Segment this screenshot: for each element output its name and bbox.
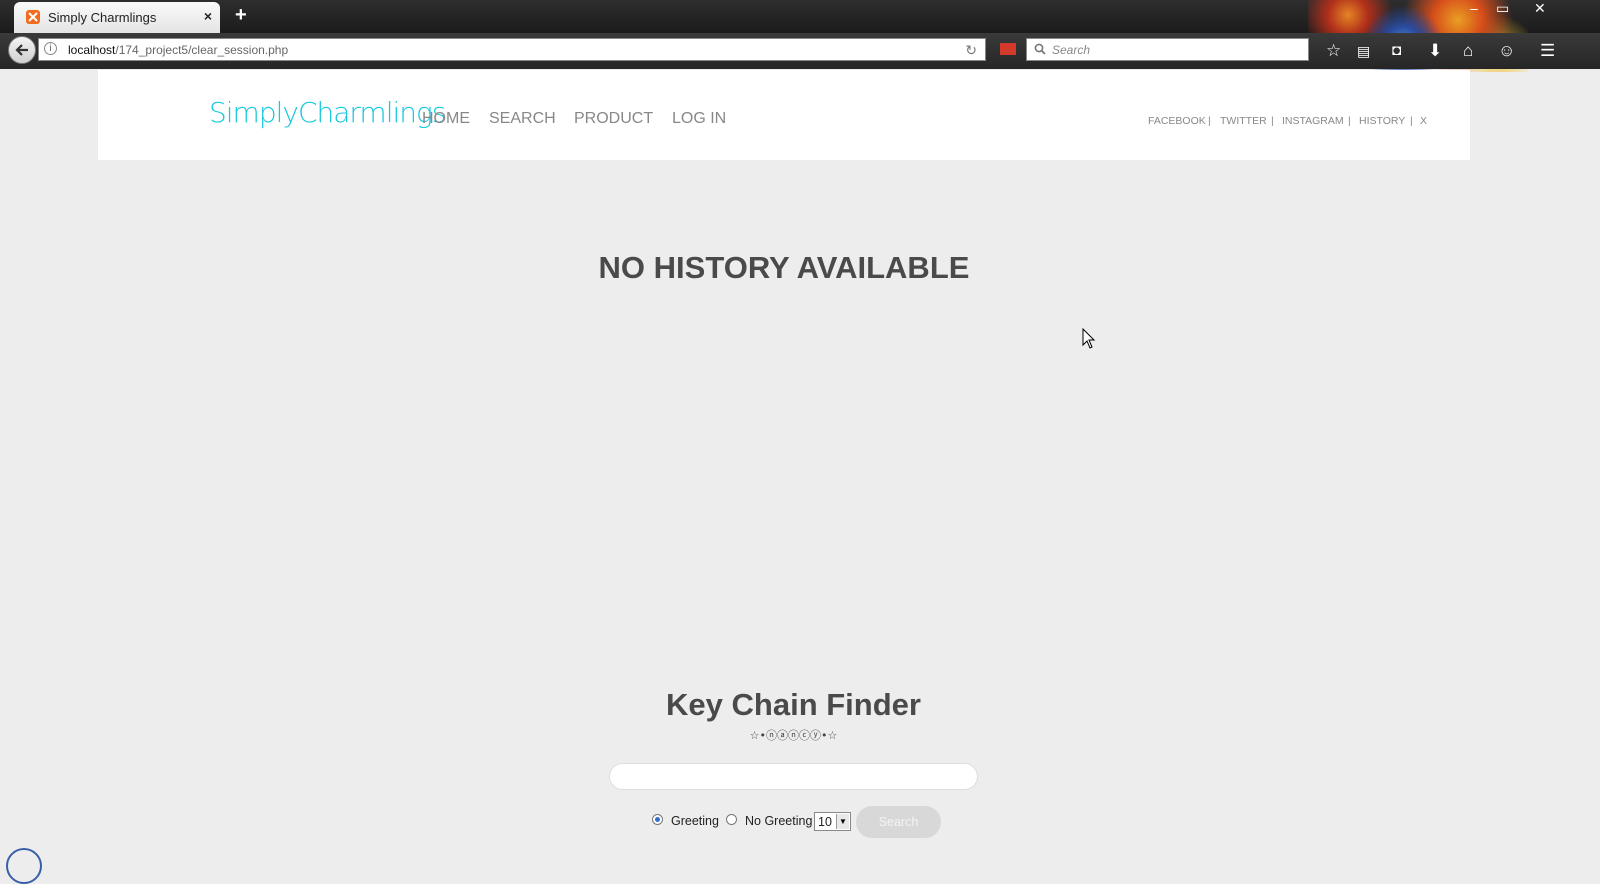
restore-button[interactable]: ▭ [1496,0,1509,17]
back-button[interactable] [8,36,36,64]
site-info-icon[interactable]: i [44,42,57,55]
no-greeting-radio[interactable] [726,814,737,825]
facebook-link[interactable]: FACEBOOK [1148,115,1206,127]
site-header: SimplyCharmlings HOME SEARCH PRODUCT LOG… [98,70,1470,160]
tab-close-icon[interactable]: × [204,8,212,24]
search-placeholder: Search [1052,43,1091,57]
url-bar[interactable]: i localhost/174_project5/clear_session.p… [38,38,986,61]
nav-login[interactable]: LOG IN [672,110,726,128]
separator: | [1410,115,1413,127]
clear-history-link[interactable]: X [1420,115,1427,127]
back-arrow-icon [15,44,28,56]
reading-list-icon[interactable]: ▤ [1357,43,1370,60]
instagram-link[interactable]: INSTAGRAM [1282,115,1344,127]
keychain-search-button[interactable]: Search [856,806,941,838]
mouse-cursor-icon [1082,328,1096,349]
separator: | [1208,115,1211,127]
url-text: localhost/174_project5/clear_session.php [68,43,289,57]
hamburger-menu-icon[interactable]: ☰ [1540,41,1555,61]
count-select[interactable]: 10 ▼ [814,812,851,831]
home-icon[interactable]: ⌂ [1463,41,1473,61]
count-select-value: 10 [818,815,832,829]
pocket-icon[interactable]: ◘ [1392,42,1401,59]
new-tab-button[interactable]: + [235,4,247,27]
nav-home[interactable]: HOME [422,110,470,128]
browser-tab[interactable]: Simply Charmlings × [14,2,220,33]
close-window-button[interactable]: ✕ [1534,0,1546,17]
gmail-icon[interactable] [1000,43,1016,55]
browser-tab-strip: Simply Charmlings × + – ▭ ✕ [0,0,1600,72]
search-icon [1034,43,1046,55]
separator: | [1271,115,1274,127]
tab-title: Simply Charmlings [48,10,157,25]
separator: | [1348,115,1351,127]
xampp-favicon-icon [26,10,40,24]
chevron-down-icon: ▼ [836,814,849,829]
reload-icon[interactable]: ↻ [965,42,977,59]
minimize-button[interactable]: – [1470,0,1478,16]
bookmark-star-icon[interactable]: ☆ [1326,41,1341,61]
download-icon[interactable]: ⬇ [1428,41,1442,61]
site-logo[interactable]: SimplyCharmlings [209,96,446,129]
corner-widget-icon[interactable] [6,848,42,884]
nav-search[interactable]: SEARCH [489,110,556,128]
twitter-link[interactable]: TWITTER [1220,115,1267,127]
browser-nav-bar: i localhost/174_project5/clear_session.p… [0,33,1600,69]
finder-subtitle: ☆•ⓝⓐⓝⓒⓨ•☆ [749,729,838,742]
greeting-label: Greeting [671,814,719,828]
keychain-search-input[interactable] [609,763,978,790]
greeting-radio[interactable] [652,814,663,825]
finder-title: Key Chain Finder [666,687,921,722]
smiley-icon[interactable]: ☺ [1498,41,1515,61]
nav-product[interactable]: PRODUCT [574,110,653,128]
no-greeting-label: No Greeting [745,814,813,828]
page-title: NO HISTORY AVAILABLE [598,250,970,285]
browser-search-field[interactable]: Search [1026,38,1309,61]
history-link[interactable]: HISTORY [1359,115,1405,127]
